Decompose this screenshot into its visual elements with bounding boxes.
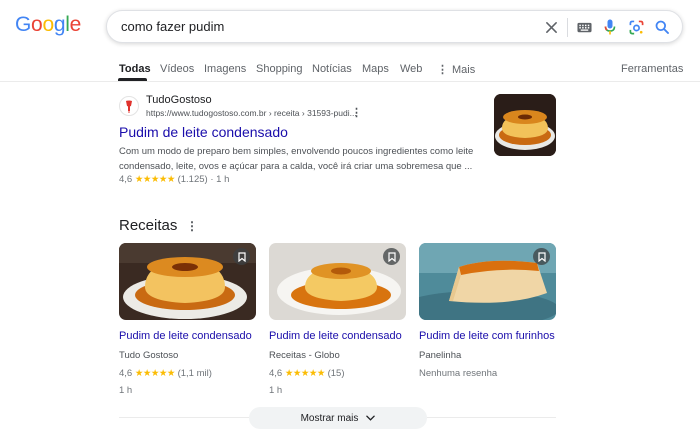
logo-letter: e (69, 13, 82, 36)
search-box[interactable]: como fazer pudim (106, 10, 683, 43)
tab-all[interactable]: Todas (119, 63, 151, 75)
search-divider (567, 18, 568, 37)
recipe-time: 1 h (119, 385, 133, 396)
clear-icon[interactable] (542, 18, 560, 36)
review-count: (1.125) (177, 174, 208, 185)
cook-time: 1 h (216, 174, 230, 185)
recipes-options-icon[interactable]: ⋮ (186, 219, 198, 233)
recipe-title-link[interactable]: Pudim de leite condensado (119, 330, 252, 342)
recipe-rating: 4,6 ★★★★★ (15) (269, 368, 345, 379)
show-more-button[interactable]: Mostrar mais (249, 407, 427, 429)
recipe-no-reviews: Nenhuma resenha (419, 368, 498, 379)
site-name[interactable]: TudoGostoso (146, 94, 212, 106)
recipe-source: Receitas - Globo (269, 350, 340, 361)
more-vert-icon: ⋮ (437, 64, 448, 76)
tab-videos[interactable]: Vídeos (160, 63, 194, 75)
rating-stars-icon: ★★★★★ (134, 368, 176, 379)
tab-news[interactable]: Notícias (312, 63, 352, 75)
recipe-image[interactable] (119, 243, 256, 320)
separator: · (210, 174, 214, 185)
result-options-icon[interactable]: ⋮ (351, 106, 362, 119)
lens-icon[interactable] (627, 18, 645, 36)
recipe-card[interactable]: Pudim de leite condensado Receitas - Glo… (269, 243, 406, 403)
recipe-image[interactable] (269, 243, 406, 320)
logo-letter: o (31, 13, 43, 36)
recipe-title-link[interactable]: Pudim de leite com furinhos (419, 330, 555, 342)
site-url[interactable]: https://www.tudogostoso.com.br › receita… (146, 108, 357, 118)
search-tabs: Todas Vídeos Imagens Shopping Notícias M… (0, 56, 700, 82)
tab-more[interactable]: ⋮ Mais (437, 63, 475, 76)
tab-more-label: Mais (452, 64, 476, 76)
recipe-time: 1 h (269, 385, 283, 396)
rating-stars-icon: ★★★★★ (284, 368, 326, 379)
tools-button[interactable]: Ferramentas (621, 63, 683, 75)
bookmark-icon[interactable] (233, 248, 250, 265)
logo-letter: g (53, 13, 66, 36)
review-count: (1,1 mil) (177, 368, 212, 379)
result-rating: 4,6 ★★★★★ (1.125) · 1 h (119, 174, 229, 185)
site-favicon[interactable] (119, 96, 139, 116)
recipes-heading: Receitas (119, 217, 178, 234)
recipe-card[interactable]: Pudim de leite condensado Tudo Gostoso 4… (119, 243, 256, 403)
search-icon[interactable] (653, 18, 671, 36)
logo-letter: o (42, 13, 54, 36)
rating-value: 4,6 (119, 174, 133, 185)
recipe-source: Panelinha (419, 350, 462, 361)
tab-images[interactable]: Imagens (204, 63, 246, 75)
search-input[interactable]: como fazer pudim (121, 19, 224, 34)
recipe-rating: 4,6 ★★★★★ (1,1 mil) (119, 368, 212, 379)
result-thumbnail[interactable] (494, 94, 556, 156)
google-logo[interactable]: Google (15, 13, 81, 37)
show-more-label: Mostrar mais (300, 412, 359, 424)
active-tab-indicator (118, 78, 147, 81)
recipe-image[interactable] (419, 243, 556, 320)
rating-value: 4,6 (269, 368, 283, 379)
header: Google como fazer pudim (0, 0, 700, 56)
rating-stars-icon: ★★★★★ (134, 174, 176, 185)
search-result: TudoGostoso https://www.tudogostoso.com.… (119, 94, 559, 190)
recipe-source: Tudo Gostoso (119, 350, 179, 361)
tab-shopping[interactable]: Shopping (256, 63, 303, 75)
mic-icon[interactable] (601, 18, 619, 36)
logo-letter: G (15, 13, 32, 36)
bookmark-icon[interactable] (383, 248, 400, 265)
tab-web[interactable]: Web (400, 63, 422, 75)
result-snippet: Com um modo de preparo bem simples, envo… (119, 146, 474, 172)
chevron-down-icon (366, 413, 376, 424)
bookmark-icon[interactable] (533, 248, 550, 265)
result-title-link[interactable]: Pudim de leite condensado (119, 124, 288, 140)
recipe-title-link[interactable]: Pudim de leite condensado (269, 330, 402, 342)
keyboard-icon[interactable] (575, 18, 593, 36)
tab-maps[interactable]: Maps (362, 63, 389, 75)
recipe-card[interactable]: Pudim de leite com furinhos Panelinha Ne… (419, 243, 556, 403)
rating-value: 4,6 (119, 368, 133, 379)
review-count: (15) (327, 368, 345, 379)
